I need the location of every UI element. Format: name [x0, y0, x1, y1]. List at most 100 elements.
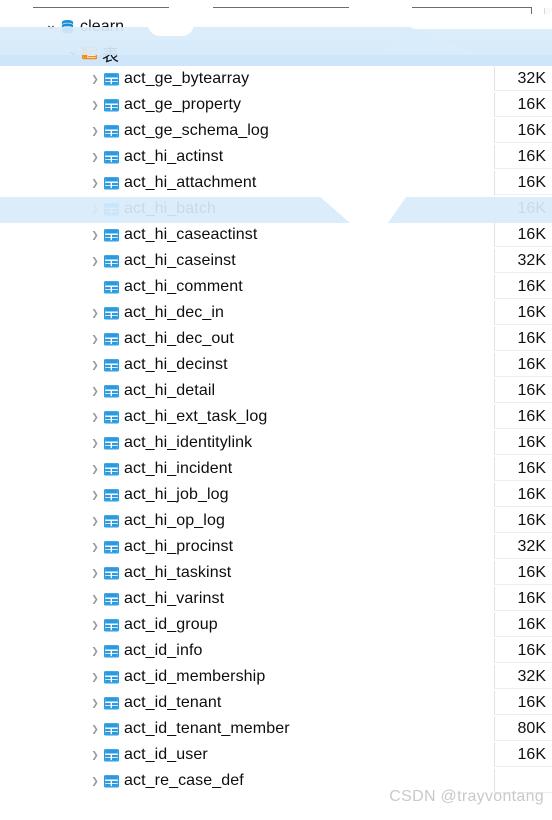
- table-size-cell: 16K: [494, 509, 552, 533]
- table-row[interactable]: act_hi_ext_task_log 16K: [0, 404, 552, 430]
- expand-chevron-right-icon[interactable]: [88, 248, 102, 274]
- expand-chevron-right-icon[interactable]: [88, 378, 102, 404]
- table-icon: [102, 404, 120, 430]
- table-name-label: act_hi_actinst: [124, 148, 224, 165]
- table-name-label: act_id_tenant_member: [124, 720, 290, 737]
- table-icon: [102, 508, 120, 534]
- table-size-cell: 16K: [494, 93, 552, 117]
- table-name-label: act_id_group: [124, 616, 218, 633]
- table-row[interactable]: act_hi_comment 16K: [0, 274, 552, 300]
- expand-chevron-right-icon[interactable]: [88, 586, 102, 612]
- tree-node-tables-folder[interactable]: 表: [0, 40, 552, 66]
- table-size-cell: 16K: [494, 561, 552, 585]
- database-label: clearn: [80, 18, 125, 35]
- table-size-cell: 16K: [494, 301, 552, 325]
- table-icon: [102, 742, 120, 768]
- table-row[interactable]: act_hi_varinst 16K: [0, 586, 552, 612]
- table-row[interactable]: act_re_case_def: [0, 768, 552, 794]
- expand-chevron-right-icon[interactable]: [88, 66, 102, 92]
- table-row[interactable]: act_hi_batch 16K: [0, 196, 552, 222]
- table-icon: [102, 586, 120, 612]
- table-size-cell: 16K: [494, 405, 552, 429]
- table-row[interactable]: act_id_group 16K: [0, 612, 552, 638]
- expand-chevron-right-icon[interactable]: [88, 430, 102, 456]
- table-name-label: act_hi_comment: [124, 278, 243, 295]
- table-size-cell: 16K: [494, 353, 552, 377]
- table-icon: [102, 92, 120, 118]
- table-row[interactable]: act_ge_bytearray 32K: [0, 66, 552, 92]
- expand-chevron-right-icon[interactable]: [88, 612, 102, 638]
- expand-chevron-right-icon[interactable]: [88, 352, 102, 378]
- expand-chevron-right-icon[interactable]: [88, 768, 102, 794]
- table-row[interactable]: act_id_tenant_member 80K: [0, 716, 552, 742]
- table-size-cell: 16K: [494, 197, 552, 221]
- expand-chevron-down-icon[interactable]: [44, 14, 58, 40]
- table-row[interactable]: act_hi_dec_out 16K: [0, 326, 552, 352]
- expand-chevron-right-icon[interactable]: [88, 196, 102, 222]
- expand-chevron-right-icon[interactable]: [88, 560, 102, 586]
- table-icon: [102, 222, 120, 248]
- table-name-label: act_hi_batch: [124, 200, 216, 217]
- expand-chevron-right-icon[interactable]: [88, 144, 102, 170]
- table-name-label: act_ge_bytearray: [124, 70, 250, 87]
- column-header-divider-1: [33, 7, 169, 8]
- table-icon: [102, 430, 120, 456]
- table-row[interactable]: act_hi_identitylink 16K: [0, 430, 552, 456]
- expand-chevron-right-icon[interactable]: [88, 716, 102, 742]
- table-row[interactable]: act_id_user 16K: [0, 742, 552, 768]
- expand-chevron-right-icon[interactable]: [88, 300, 102, 326]
- table-row[interactable]: act_id_info 16K: [0, 638, 552, 664]
- table-row[interactable]: act_id_membership 32K: [0, 664, 552, 690]
- table-icon: [102, 248, 120, 274]
- expand-chevron-right-icon[interactable]: [88, 690, 102, 716]
- table-size-cell: 32K: [494, 249, 552, 273]
- table-row[interactable]: act_ge_property 16K: [0, 92, 552, 118]
- expand-chevron-down-icon[interactable]: [66, 40, 80, 66]
- table-row[interactable]: act_hi_procinst 32K: [0, 534, 552, 560]
- expand-chevron-right-icon[interactable]: [88, 742, 102, 768]
- table-size-cell: 32K: [494, 67, 552, 91]
- table-icon: [102, 300, 120, 326]
- table-row[interactable]: act_id_tenant 16K: [0, 690, 552, 716]
- table-name-label: act_id_user: [124, 746, 208, 763]
- expand-chevron-right-icon[interactable]: [88, 456, 102, 482]
- table-icon: [102, 144, 120, 170]
- expand-chevron-right-icon[interactable]: [88, 664, 102, 690]
- table-name-label: act_id_info: [124, 642, 203, 659]
- table-row[interactable]: act_hi_incident 16K: [0, 456, 552, 482]
- expand-chevron-right-icon[interactable]: [88, 92, 102, 118]
- table-icon: [102, 274, 120, 300]
- expand-chevron-right-icon[interactable]: [88, 508, 102, 534]
- table-name-label: act_hi_caseinst: [124, 252, 236, 269]
- table-row[interactable]: act_hi_caseinst 32K: [0, 248, 552, 274]
- expand-chevron-right-icon[interactable]: [88, 404, 102, 430]
- table-row[interactable]: act_hi_caseactinst 16K: [0, 222, 552, 248]
- table-name-label: act_re_case_def: [124, 772, 244, 789]
- table-row[interactable]: act_hi_job_log 16K: [0, 482, 552, 508]
- expand-chevron-right-icon[interactable]: [88, 482, 102, 508]
- table-row[interactable]: act_hi_dec_in 16K: [0, 300, 552, 326]
- expand-chevron-right-icon[interactable]: [88, 222, 102, 248]
- expand-chevron-right-icon[interactable]: [88, 118, 102, 144]
- tables-folder-label: 表: [102, 45, 120, 65]
- tree-node-database[interactable]: clearn: [0, 14, 552, 40]
- expand-chevron-right-icon[interactable]: [88, 638, 102, 664]
- table-icon: [102, 196, 120, 222]
- tree-view[interactable]: clearn表act_ge_bytearray32Kact_ge_propert…: [0, 14, 552, 794]
- table-row[interactable]: act_hi_decinst 16K: [0, 352, 552, 378]
- table-row[interactable]: act_hi_op_log 16K: [0, 508, 552, 534]
- table-name-label: act_ge_property: [124, 96, 242, 113]
- table-row[interactable]: act_hi_detail 16K: [0, 378, 552, 404]
- table-row[interactable]: act_ge_schema_log 16K: [0, 118, 552, 144]
- table-name-label: act_hi_incident: [124, 460, 233, 477]
- expand-chevron-right-icon[interactable]: [88, 170, 102, 196]
- table-row[interactable]: act_hi_actinst 16K: [0, 144, 552, 170]
- table-row[interactable]: act_hi_taskinst 16K: [0, 560, 552, 586]
- expand-chevron-right-icon[interactable]: [88, 326, 102, 352]
- table-icon: [102, 690, 120, 716]
- table-name-label: act_hi_varinst: [124, 590, 225, 607]
- table-row[interactable]: act_hi_attachment 16K: [0, 170, 552, 196]
- expand-chevron-right-icon[interactable]: [88, 534, 102, 560]
- table-name-label: act_hi_taskinst: [124, 564, 232, 581]
